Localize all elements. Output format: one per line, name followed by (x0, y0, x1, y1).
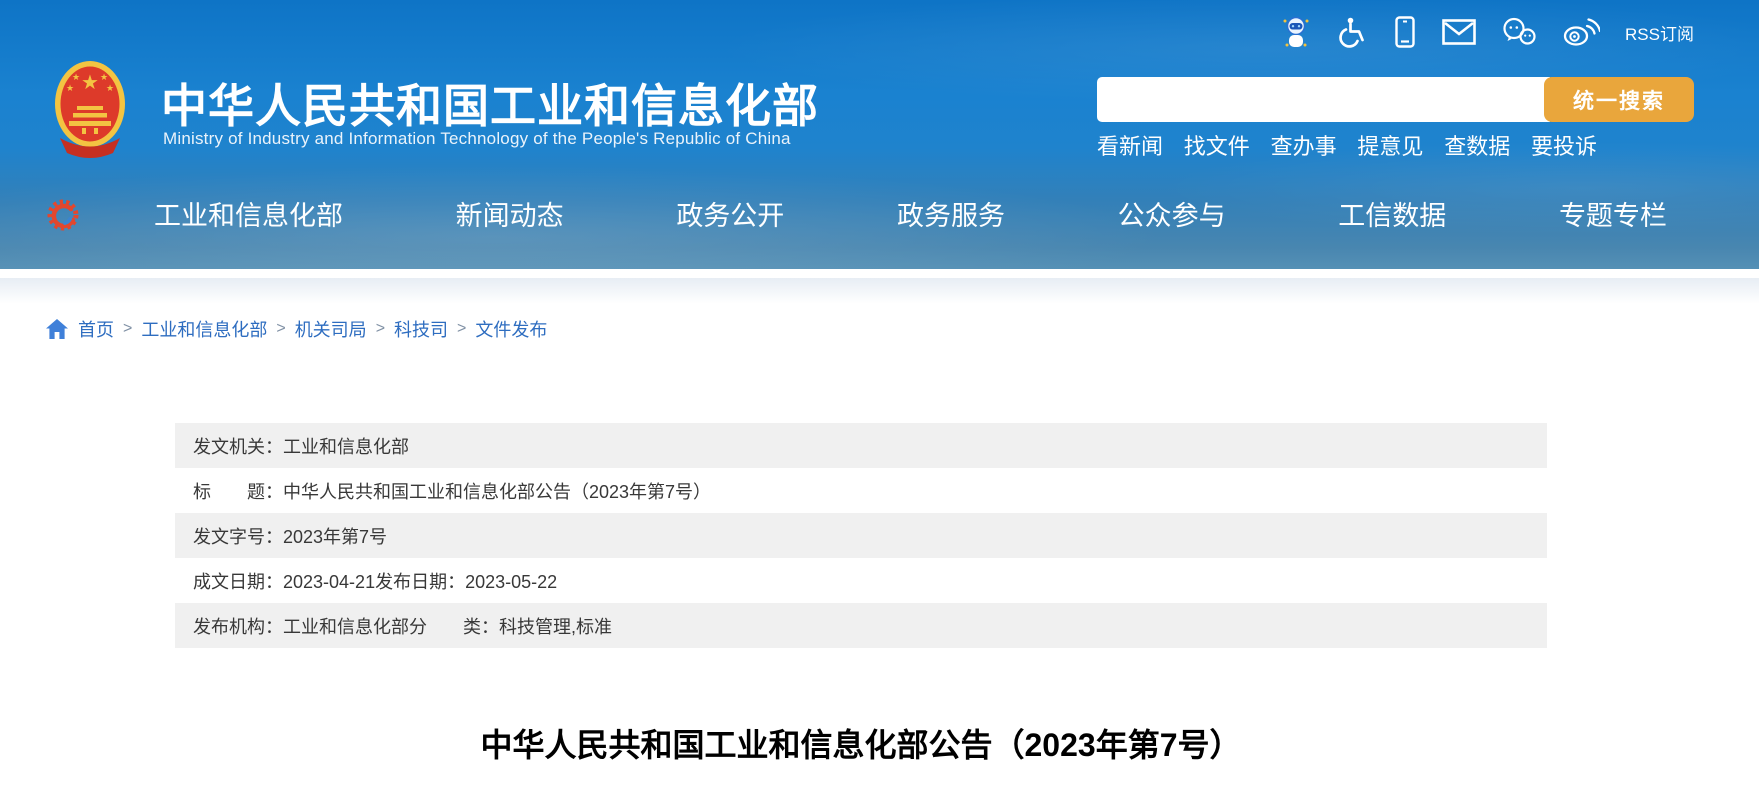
quick-links: 看新闻找文件查办事提意见查数据要投诉 (1097, 129, 1597, 161)
nav-item[interactable]: 公众参与 (1118, 201, 1226, 232)
quick-link[interactable]: 查数据 (1444, 129, 1510, 161)
nav-item[interactable]: 专题专栏 (1559, 201, 1667, 232)
doc-meta-label: 分 类： (409, 613, 499, 639)
nav-item[interactable]: 新闻动态 (456, 201, 564, 232)
doc-meta-row: 发文机关： 工业和信息化部 (175, 423, 1547, 468)
doc-meta-cell: 发文机关： 工业和信息化部 (193, 433, 409, 459)
mascot-icon[interactable] (1281, 15, 1311, 49)
unified-search-button[interactable]: 统一搜索 (1544, 77, 1694, 122)
breadcrumb-link[interactable]: 科技司 (394, 316, 448, 342)
doc-meta-label: 发文字号： (193, 523, 283, 549)
doc-meta-cell: 发文字号： 2023年第7号 (193, 523, 387, 549)
site-title-zh: 中华人民共和国工业和信息化部 (161, 70, 819, 136)
breadcrumb-link[interactable]: 首页 (78, 316, 114, 342)
header-shadow-band (0, 278, 1759, 304)
doc-meta-cell: 发布日期： 2023-05-22 (375, 568, 557, 594)
doc-meta-value: 2023-05-22 (465, 572, 557, 593)
quick-link[interactable]: 看新闻 (1097, 129, 1163, 161)
search-input[interactable] (1097, 77, 1550, 122)
national-emblem-logo[interactable]: ★ ★ ★ ★ ★ (52, 58, 128, 160)
doc-meta-value: 工业和信息化部 (283, 433, 409, 459)
doc-meta-cell: 标 题： 中华人民共和国工业和信息化部公告（2023年第7号） (193, 478, 711, 504)
breadcrumb-link[interactable]: 工业和信息化部 (141, 316, 267, 342)
miit-swirl-logo-icon[interactable] (46, 196, 80, 234)
svg-text:★: ★ (106, 83, 114, 93)
breadcrumb-separator: > (376, 320, 385, 338)
doc-meta-cell: 发布机构： 工业和信息化部 (193, 613, 409, 639)
main-nav: 工业和信息化部 新闻动态 政务公开 政务服务 公众参与 工信数据 专题专栏 (154, 201, 1667, 232)
nav-item[interactable]: 工信数据 (1338, 201, 1446, 232)
quick-link[interactable]: 找文件 (1184, 129, 1250, 161)
breadcrumb-separator: > (123, 320, 132, 338)
weibo-icon[interactable] (1562, 17, 1600, 47)
doc-meta-label: 发布机构： (193, 613, 283, 639)
doc-meta-row: 发文字号： 2023年第7号 (175, 513, 1547, 558)
svg-text:★: ★ (81, 72, 99, 94)
breadcrumb-item: 首页 > (78, 316, 132, 342)
wechat-icon[interactable] (1501, 17, 1537, 47)
search-block: 统一搜索 (1097, 77, 1694, 122)
breadcrumb-separator: > (457, 320, 466, 338)
doc-meta-label: 标 题： (193, 478, 283, 504)
quick-link[interactable]: 提意见 (1357, 129, 1423, 161)
site-header: RSS订阅 ★ ★ ★ ★ ★ 中华人民共和国工业和信息化部 Ministry … (0, 0, 1759, 269)
document-meta-table: 发文机关： 工业和信息化部 标 题： 中华人民共和国工业和信息化部公告（2023… (175, 423, 1547, 648)
doc-meta-value: 科技管理,标准 (499, 613, 612, 639)
mobile-icon[interactable] (1393, 16, 1417, 48)
page: RSS订阅 ★ ★ ★ ★ ★ 中华人民共和国工业和信息化部 Ministry … (0, 0, 1759, 799)
doc-meta-row: 标 题： 中华人民共和国工业和信息化部公告（2023年第7号） (175, 468, 1547, 513)
nav-item[interactable]: 政务服务 (897, 201, 1005, 232)
breadcrumb-trail: 首页 > 工业和信息化部 > 机关司局 > 科技司 > 文件发布 > (78, 316, 547, 342)
national-emblem-icon: ★ ★ ★ ★ ★ (52, 58, 128, 160)
doc-meta-cell: 分 类： 科技管理,标准 (409, 613, 612, 639)
quick-link[interactable]: 查办事 (1271, 129, 1337, 161)
site-title-en: Ministry of Industry and Information Tec… (163, 129, 791, 149)
doc-meta-row: 成文日期： 2023-04-21 发布日期： 2023-05-22 (175, 558, 1547, 603)
doc-meta-value: 工业和信息化部 (283, 613, 409, 639)
breadcrumb-item: 科技司 > (394, 316, 466, 342)
article-title: 中华人民共和国工业和信息化部公告（2023年第7号） (175, 724, 1547, 766)
quick-link[interactable]: 要投诉 (1531, 129, 1597, 161)
doc-meta-value: 中华人民共和国工业和信息化部公告（2023年第7号） (283, 478, 711, 504)
svg-text:★: ★ (66, 83, 74, 93)
nav-item[interactable]: 政务公开 (676, 201, 784, 232)
breadcrumb-link[interactable]: 文件发布 (475, 316, 547, 342)
doc-meta-cell: 成文日期： 2023-04-21 (193, 568, 375, 594)
breadcrumb-link[interactable]: 机关司局 (295, 316, 367, 342)
doc-meta-label: 发布日期： (375, 568, 465, 594)
breadcrumb-item: 工业和信息化部 > (141, 316, 285, 342)
topbar: RSS订阅 (1281, 14, 1694, 50)
breadcrumb-separator: > (276, 320, 285, 338)
svg-text:★: ★ (100, 72, 108, 82)
rss-subscribe-link[interactable]: RSS订阅 (1625, 20, 1694, 45)
doc-meta-value: 2023-04-21 (283, 572, 375, 593)
breadcrumb: 首页 > 工业和信息化部 > 机关司局 > 科技司 > 文件发布 > (45, 316, 547, 342)
doc-meta-value: 2023年第7号 (283, 523, 387, 549)
doc-meta-label: 成文日期： (193, 568, 283, 594)
nav-item[interactable]: 工业和信息化部 (154, 201, 343, 232)
breadcrumb-item: 文件发布 > (475, 316, 547, 342)
svg-text:★: ★ (72, 72, 80, 82)
doc-meta-label: 发文机关： (193, 433, 283, 459)
home-icon[interactable] (45, 318, 69, 340)
mail-icon[interactable] (1442, 19, 1476, 45)
doc-meta-row: 发布机构： 工业和信息化部 分 类： 科技管理,标准 (175, 603, 1547, 648)
breadcrumb-item: 机关司局 > (295, 316, 385, 342)
accessibility-icon[interactable] (1336, 16, 1368, 48)
